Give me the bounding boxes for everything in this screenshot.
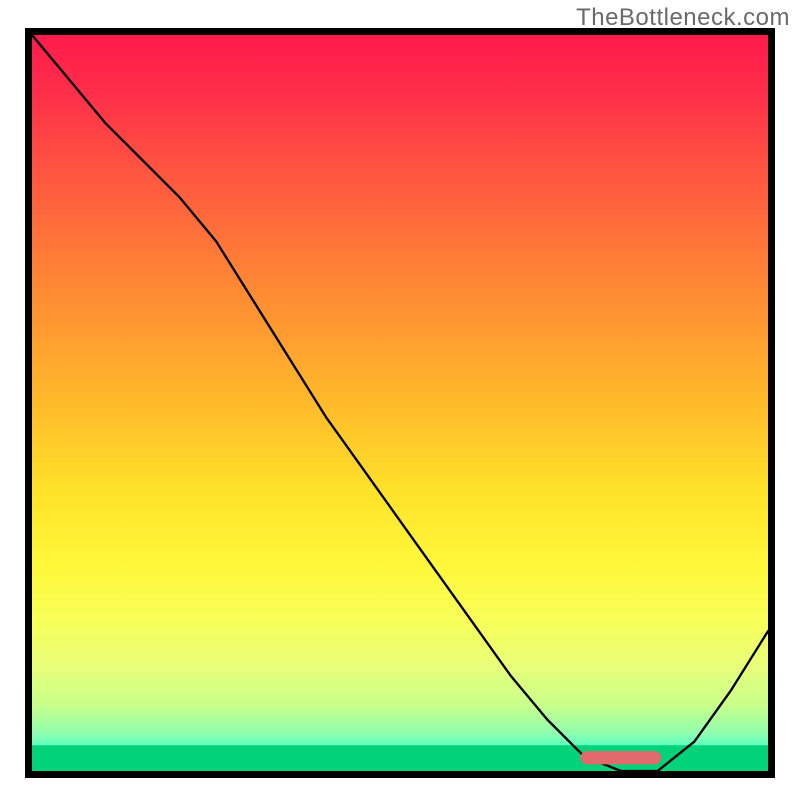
- plot-border: [25, 28, 775, 778]
- plot-area: [32, 35, 768, 771]
- chart-frame: TheBottleneck.com: [0, 0, 800, 800]
- optimal-marker: [32, 35, 768, 771]
